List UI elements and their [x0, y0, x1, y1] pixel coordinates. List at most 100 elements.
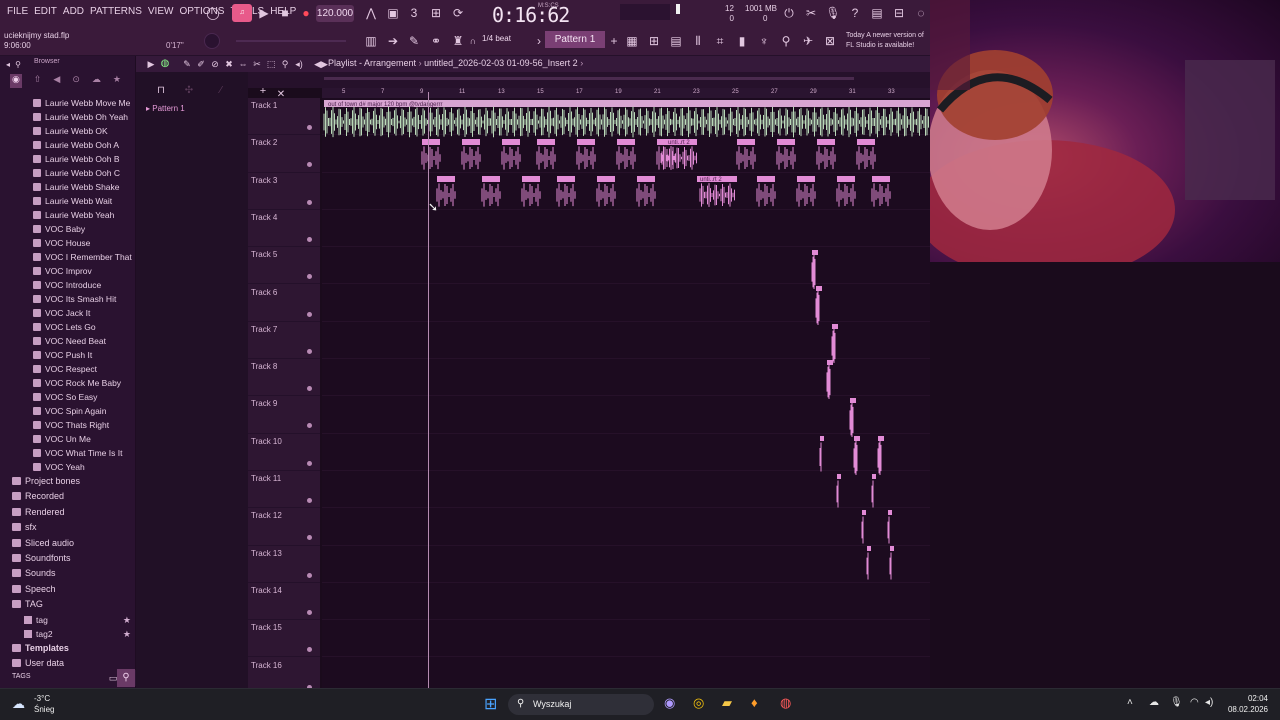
browser-file-item[interactable]: VOC What Time Is It: [0, 446, 136, 460]
browser-file-item[interactable]: VOC Push It: [0, 348, 136, 362]
chrome-icon[interactable]: ◎: [693, 695, 704, 711]
picker-gear-icon[interactable]: ✣: [180, 82, 198, 100]
browser-file-item[interactable]: Laurie Webb Wait: [0, 194, 136, 208]
audio-clip-waveform[interactable]: [436, 183, 456, 207]
browser-cloud-icon[interactable]: ☁: [92, 74, 101, 88]
weather-description[interactable]: Śnieg: [34, 705, 54, 714]
browser-file-item[interactable]: VOC Spin Again: [0, 404, 136, 418]
browser-file-item[interactable]: Laurie Webb Shake: [0, 180, 136, 194]
audio-clip-waveform[interactable]: [636, 183, 656, 207]
audio-clip-waveform[interactable]: [521, 183, 541, 207]
audio-clip-header[interactable]: [817, 139, 835, 145]
browser-file-item[interactable]: VOC Yeah: [0, 460, 136, 474]
wifi-icon[interactable]: ◠: [1190, 697, 1199, 708]
pattern-selector[interactable]: Pattern 1: [545, 31, 605, 48]
track-header[interactable]: Track 2: [248, 135, 320, 173]
browser-file-item[interactable]: VOC Thats Right: [0, 418, 136, 432]
horizontal-scrollbar[interactable]: [324, 77, 854, 80]
search-icon[interactable]: ⚲: [117, 669, 135, 687]
chat-icon[interactable]: ◌: [912, 4, 930, 22]
audio-clip-header[interactable]: [522, 176, 540, 182]
save-icon[interactable]: ▤: [868, 4, 886, 22]
track-mute-led[interactable]: [307, 647, 312, 653]
browser-file-item[interactable]: VOC Improv: [0, 264, 136, 278]
volume-icon[interactable]: ◂): [1205, 697, 1213, 708]
stop-button[interactable]: ■: [276, 4, 294, 22]
audio-clip-header[interactable]: [878, 436, 884, 441]
audio-clip-waveform[interactable]: [796, 183, 816, 207]
magnet-icon[interactable]: ∩: [467, 32, 479, 50]
browser-file-item[interactable]: VOC Introduce: [0, 278, 136, 292]
track-header[interactable]: Track 13: [248, 546, 320, 583]
play-button[interactable]: ▶: [255, 4, 273, 22]
audio-clip-waveform[interactable]: [461, 146, 481, 170]
audio-clip-header[interactable]: [757, 176, 775, 182]
browser-toggle-icon[interactable]: ⌗: [711, 32, 729, 50]
microphone-icon[interactable]: 🎙: [824, 4, 842, 22]
tray-chevron-icon[interactable]: ˄: [1127, 697, 1133, 708]
browser-pin-icon[interactable]: ⚲: [12, 56, 24, 74]
star-icon[interactable]: ★: [123, 613, 131, 627]
audio-clip-waveform[interactable]: [819, 442, 822, 472]
audio-clip-waveform[interactable]: [856, 146, 876, 170]
touch-icon[interactable]: ✈: [799, 32, 817, 50]
track-header[interactable]: Track 14: [248, 583, 320, 621]
audio-clip-waveform[interactable]: [887, 516, 890, 544]
fl-studio-icon[interactable]: ♦: [751, 695, 758, 710]
track-header[interactable]: Track 15: [248, 620, 320, 658]
audio-clip-waveform[interactable]: [556, 183, 576, 207]
audio-clip-waveform[interactable]: [756, 183, 776, 207]
audio-clip-waveform[interactable]: [826, 365, 831, 399]
news-panel[interactable]: Today A newer version of FL Studio is av…: [846, 31, 932, 51]
timeline-ruler[interactable]: 5 7 9 11 13 15 17 19 21 23 25 27 29 31 33: [322, 88, 930, 98]
weather-temperature[interactable]: -3°C: [34, 694, 50, 703]
audio-clip-header[interactable]: [837, 474, 841, 479]
audio-clip-header[interactable]: [737, 139, 755, 145]
audio-clip-waveform[interactable]: [889, 552, 892, 580]
snap-magnet-icon[interactable]: ◍: [156, 55, 174, 73]
audio-clip-header[interactable]: [872, 474, 876, 479]
audio-clip-header[interactable]: [820, 436, 824, 441]
track-mute-led[interactable]: [307, 125, 312, 130]
wait-input-icon[interactable]: ▣: [384, 4, 402, 22]
record-button[interactable]: ●: [297, 4, 315, 22]
windows-start-icon[interactable]: ⊞: [484, 694, 497, 714]
cut-icon[interactable]: ✂: [802, 4, 820, 22]
menu-view[interactable]: VIEW: [145, 6, 177, 17]
track-mute-led[interactable]: [307, 609, 312, 615]
browser-filter-icon[interactable]: ◉: [10, 74, 22, 88]
browser-collapse-icon[interactable]: ⇧: [34, 74, 42, 88]
audio-clip-waveform[interactable]: [536, 146, 556, 170]
browser-file-item[interactable]: VOC House: [0, 236, 136, 250]
audio-clip-header[interactable]: [537, 139, 555, 145]
track-header[interactable]: Track 1: [248, 98, 320, 136]
browser-file-item[interactable]: VOC Lets Go: [0, 320, 136, 334]
audio-clip-waveform[interactable]: [811, 255, 816, 289]
audio-clip-header[interactable]: [577, 139, 595, 145]
browser-folder-item[interactable]: Soundfonts: [0, 551, 136, 566]
browser-file-item[interactable]: VOC Un Me: [0, 432, 136, 446]
add-pattern-icon[interactable]: +: [605, 32, 623, 50]
taskbar-search[interactable]: ⚲ Wyszukaj: [508, 694, 654, 715]
audio-clip-waveform[interactable]: [421, 146, 441, 170]
pencil-icon[interactable]: ✎: [405, 32, 423, 50]
audio-clip-waveform[interactable]: [836, 480, 839, 508]
plugin-icon[interactable]: ⊟: [890, 4, 908, 22]
browser-folder-item[interactable]: Project bones: [0, 474, 136, 489]
track-mute-led[interactable]: [307, 423, 312, 429]
audio-clip-header[interactable]: [857, 139, 875, 145]
browser-file-item[interactable]: Laurie Webb Ooh B: [0, 152, 136, 166]
picker-magnet-icon[interactable]: ⊓: [152, 82, 170, 100]
browser-file-item[interactable]: VOC I Remember That: [0, 250, 136, 264]
audio-clip-waveform[interactable]: [576, 146, 596, 170]
menu-file[interactable]: FILE: [4, 6, 31, 17]
browser-folder-item[interactable]: Templates: [0, 641, 136, 656]
track-mute-led[interactable]: [307, 498, 312, 503]
cart-icon[interactable]: ⊠: [821, 32, 839, 50]
track-header[interactable]: Track 11: [248, 471, 320, 509]
track-header[interactable]: Track 8: [248, 359, 320, 397]
track-mute-led[interactable]: [307, 386, 312, 392]
audio-clip-header[interactable]: [827, 360, 833, 365]
stamp-icon[interactable]: ♜: [449, 32, 467, 50]
onedrive-icon[interactable]: ☁: [1149, 697, 1159, 708]
